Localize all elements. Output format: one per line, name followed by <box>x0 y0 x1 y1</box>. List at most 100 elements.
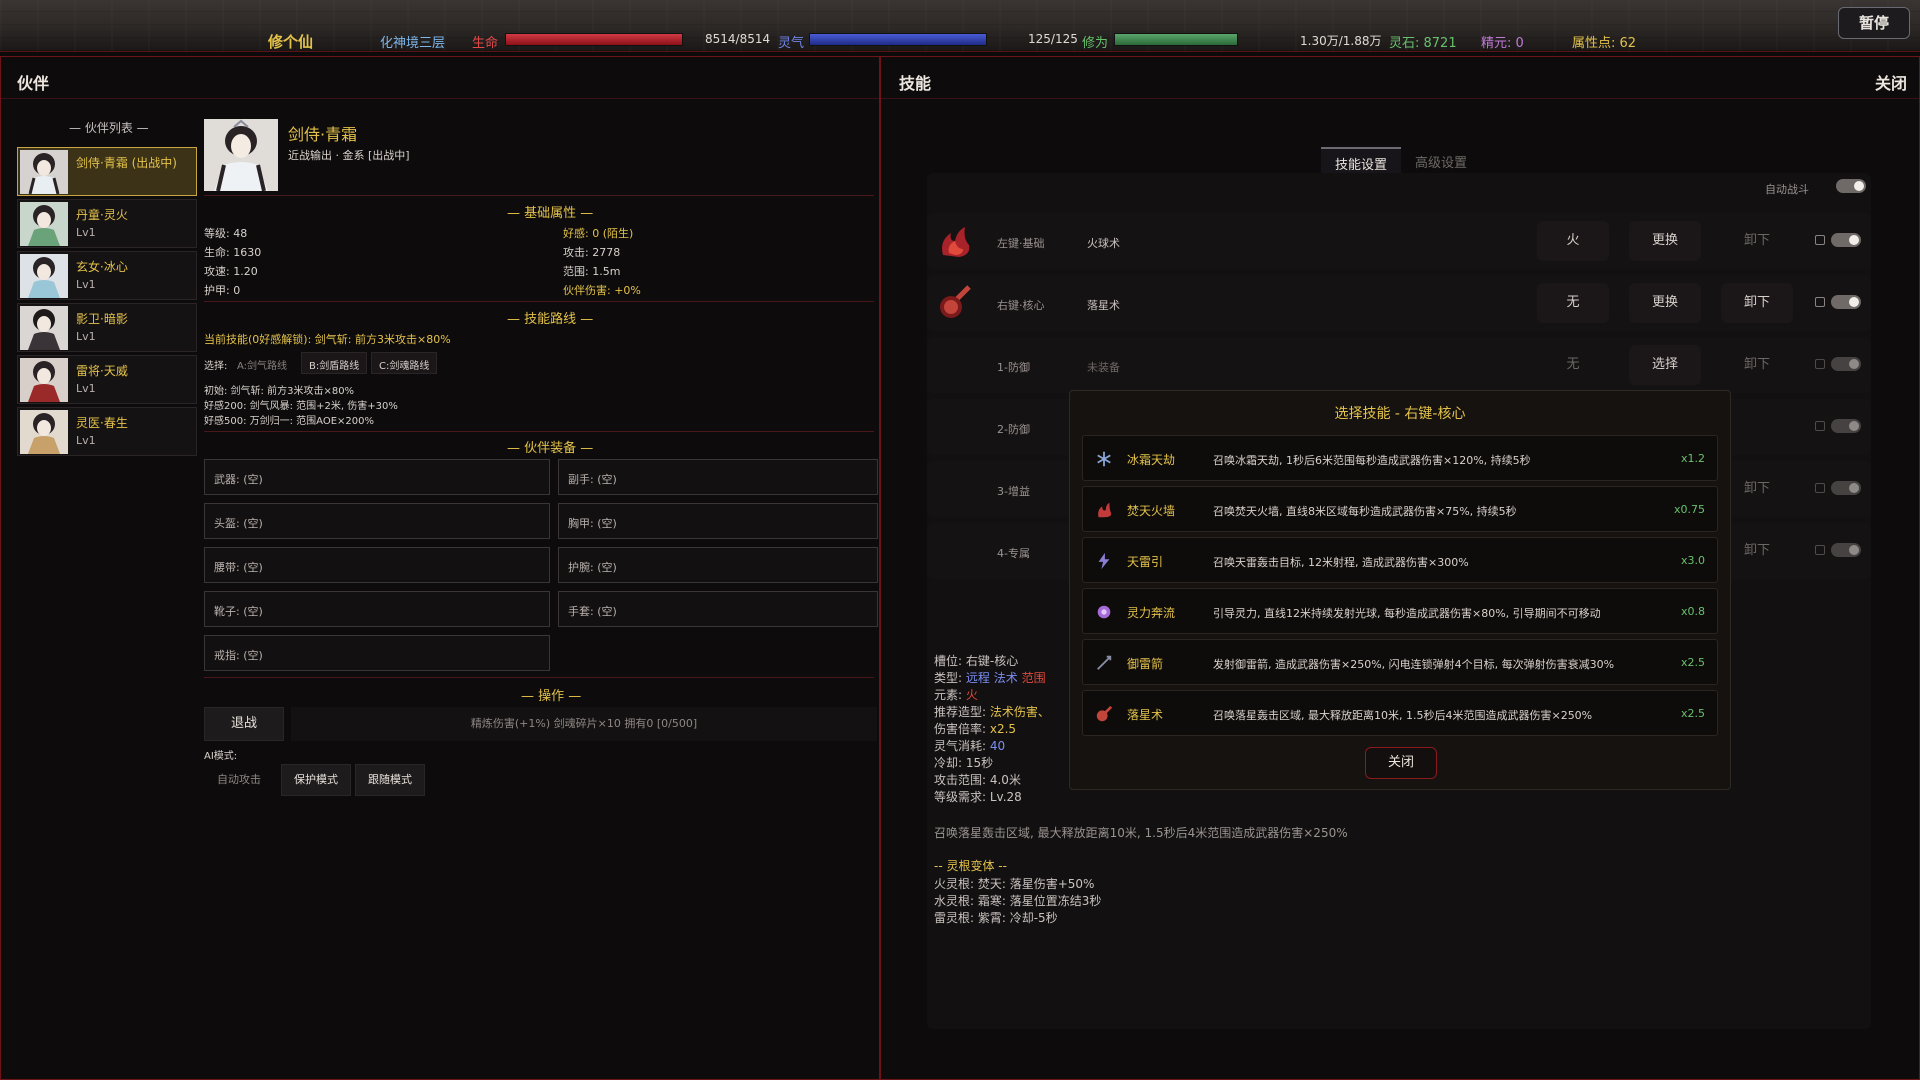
partner-name-title: 剑侍·青霜 <box>288 125 358 144</box>
skill-auto-toggle[interactable] <box>1831 543 1861 557</box>
skill-name: 火球术 <box>1087 237 1120 250</box>
current-skill: 当前技能(0好感解锁): 剑气斩: 前方3米攻击×80% <box>204 333 451 346</box>
variant-title: -- 灵根变体 -- <box>934 859 1007 873</box>
auto-battle-toggle[interactable] <box>1836 179 1866 193</box>
detail-level-req: 等级需求: Lv.28 <box>934 790 1022 804</box>
partner-item-qingshuang[interactable]: 剑侍·青霜 (出战中) <box>17 147 197 196</box>
element-button[interactable]: 无 <box>1537 283 1609 323</box>
skill-auto-toggle[interactable] <box>1831 233 1861 247</box>
equip-slot-chest[interactable]: 胸甲: (空) <box>558 503 878 539</box>
modal-close-button[interactable]: 关闭 <box>1365 747 1437 779</box>
partner-panel: 伙伴 — 伙伴列表 — 剑侍·青霜 (出战中) 丹童·灵火 Lv1 玄女·冰心 … <box>0 56 880 1080</box>
ai-follow-button[interactable]: 跟随模式 <box>355 764 425 796</box>
equip-slot-bracer[interactable]: 护腕: (空) <box>558 547 878 583</box>
mp-value: 125/125 <box>1028 32 1078 46</box>
lock-icon[interactable] <box>1815 359 1825 369</box>
path-option-a[interactable]: A:剑气路线 <box>229 352 295 374</box>
cultivation-bar <box>1114 33 1238 46</box>
retreat-button[interactable]: 退战 <box>204 707 284 741</box>
skill-row-left-click: 左键·基础 火球术 火 更换 卸下 <box>927 213 1871 269</box>
detail-cooldown: 冷却: 15秒 <box>934 756 994 770</box>
skill-auto-toggle[interactable] <box>1831 419 1861 433</box>
skill-auto-toggle[interactable] <box>1831 295 1861 309</box>
lock-icon[interactable] <box>1815 297 1825 307</box>
path-option-b[interactable]: B:剑盾路线 <box>301 352 368 374</box>
skill-name: 落星术 <box>1087 299 1120 312</box>
skill-option[interactable]: 焚天火墙 召唤焚天火墙, 直线8米区域每秒造成武器伤害×75%, 持续5秒 x0… <box>1082 486 1718 532</box>
partner-item-linghuo[interactable]: 丹童·灵火 Lv1 <box>17 199 197 248</box>
option-name: 冰霜天劫 <box>1127 453 1176 467</box>
skill-auto-toggle[interactable] <box>1831 357 1861 371</box>
partner-item-chunsheng[interactable]: 灵医·春生 Lv1 <box>17 407 197 456</box>
spirit-orb-icon <box>1097 605 1111 619</box>
option-desc: 召唤天雷轰击目标, 12米射程, 造成武器伤害×300% <box>1213 556 1469 569</box>
partner-item-bingxin[interactable]: 玄女·冰心 Lv1 <box>17 251 197 300</box>
select-skill-button[interactable]: 选择 <box>1629 345 1701 385</box>
skill-name: 未装备 <box>1087 361 1120 374</box>
option-name: 落星术 <box>1127 708 1164 722</box>
detail-mana: 灵气消耗: 40 <box>934 739 1006 753</box>
pause-button[interactable]: 暂停 <box>1838 7 1910 39</box>
option-desc: 召唤冰霜天劫, 1秒后6米范围每秒造成武器伤害×120%, 持续5秒 <box>1213 454 1531 467</box>
partner-name: 灵医·春生 <box>76 416 128 430</box>
unload-skill-button[interactable]: 卸下 <box>1721 469 1793 509</box>
equip-slot-offhand[interactable]: 副手: (空) <box>558 459 878 495</box>
partner-avatar <box>20 254 68 298</box>
equip-slot-belt[interactable]: 腰带: (空) <box>204 547 550 583</box>
partner-name: 剑侍·青霜 (出战中) <box>76 156 177 170</box>
panel-title: 技能 <box>899 74 932 93</box>
lock-icon[interactable] <box>1815 235 1825 245</box>
ai-protect-button[interactable]: 保护模式 <box>281 764 351 796</box>
change-skill-button[interactable]: 更换 <box>1629 221 1701 261</box>
stat-level: 等级: 48 <box>204 227 248 240</box>
equip-slot-ring[interactable]: 戒指: (空) <box>204 635 550 671</box>
operations-title: — 操作 — <box>521 689 582 704</box>
skill-auto-toggle[interactable] <box>1831 481 1861 495</box>
skill-row-defense-1: 1-防御 未装备 无 选择 卸下 <box>927 337 1871 393</box>
lock-icon[interactable] <box>1815 545 1825 555</box>
variant-line: 火灵根: 焚天: 落星伤害+50% <box>934 877 1095 891</box>
skill-option[interactable]: 天雷引 召唤天雷轰击目标, 12米射程, 造成武器伤害×300% x3.0 <box>1082 537 1718 583</box>
mp-bar <box>809 33 987 46</box>
lock-icon[interactable] <box>1815 421 1825 431</box>
skill-option[interactable]: 御雷箭 发射御雷箭, 造成武器伤害×250%, 闪电连锁弹射4个目标, 每次弹射… <box>1082 639 1718 685</box>
partner-name: 丹童·灵火 <box>76 208 128 222</box>
change-skill-button[interactable]: 更换 <box>1629 283 1701 323</box>
skill-slot-label: 4-专属 <box>997 547 1030 560</box>
lock-icon[interactable] <box>1815 483 1825 493</box>
realm-label: 化神境三层 <box>380 36 446 51</box>
option-multiplier: x1.2 <box>1680 452 1705 465</box>
path-option-c[interactable]: C:剑魂路线 <box>371 352 438 374</box>
ai-auto-attack-button[interactable]: 自动攻击 <box>204 764 274 796</box>
path-line: 好感500: 万剑归一: 范围AOE×200% <box>204 416 375 427</box>
equip-slot-helmet[interactable]: 头盔: (空) <box>204 503 550 539</box>
partner-level: Lv1 <box>76 278 96 291</box>
option-name: 焚天火墙 <box>1127 504 1176 518</box>
element-button[interactable]: 火 <box>1537 221 1609 261</box>
equip-slot-boots[interactable]: 靴子: (空) <box>204 591 550 627</box>
equip-slot-weapon[interactable]: 武器: (空) <box>204 459 550 495</box>
close-button[interactable]: 关闭 <box>1875 70 1907 94</box>
detail-multiplier: 伤害倍率: x2.5 <box>934 722 1017 736</box>
equip-slot-gloves[interactable]: 手套: (空) <box>558 591 878 627</box>
unload-skill-button[interactable]: 卸下 <box>1721 221 1793 261</box>
skill-slot-label: 右键·核心 <box>997 299 1045 312</box>
stat-partner-damage: 伙伴伤害: +0% <box>563 284 641 297</box>
unload-skill-button[interactable]: 卸下 <box>1721 531 1793 571</box>
skill-option[interactable]: 冰霜天劫 召唤冰霜天劫, 1秒后6米范围每秒造成武器伤害×120%, 持续5秒 … <box>1082 435 1718 481</box>
skill-option[interactable]: 落星术 召唤落星轰击区域, 最大释放距离10米, 1.5秒后4米范围造成武器伤害… <box>1082 690 1718 736</box>
lingshi-count: 灵石: 8721 <box>1389 36 1457 51</box>
stat-armor: 护甲: 0 <box>204 284 241 297</box>
detail-recommend: 推荐造型: 法术伤害、 <box>934 705 1050 719</box>
partner-avatar <box>20 306 68 350</box>
partner-item-tianwei[interactable]: 雷将·天威 Lv1 <box>17 355 197 404</box>
unload-skill-button[interactable]: 卸下 <box>1721 345 1793 385</box>
stat-favor: 好感: 0 (陌生) <box>563 227 634 240</box>
skill-option[interactable]: 灵力奔流 引导灵力, 直线12米持续发射光球, 每秒造成武器伤害×80%, 引导… <box>1082 588 1718 634</box>
element-button[interactable]: 无 <box>1537 345 1609 385</box>
partner-name: 影卫·暗影 <box>76 312 128 326</box>
partner-item-anying[interactable]: 影卫·暗影 Lv1 <box>17 303 197 352</box>
option-desc: 召唤落星轰击区域, 最大释放距离10米, 1.5秒后4米范围造成武器伤害×250… <box>1213 709 1593 722</box>
partner-portrait <box>204 119 278 191</box>
unload-skill-button[interactable]: 卸下 <box>1721 283 1793 323</box>
